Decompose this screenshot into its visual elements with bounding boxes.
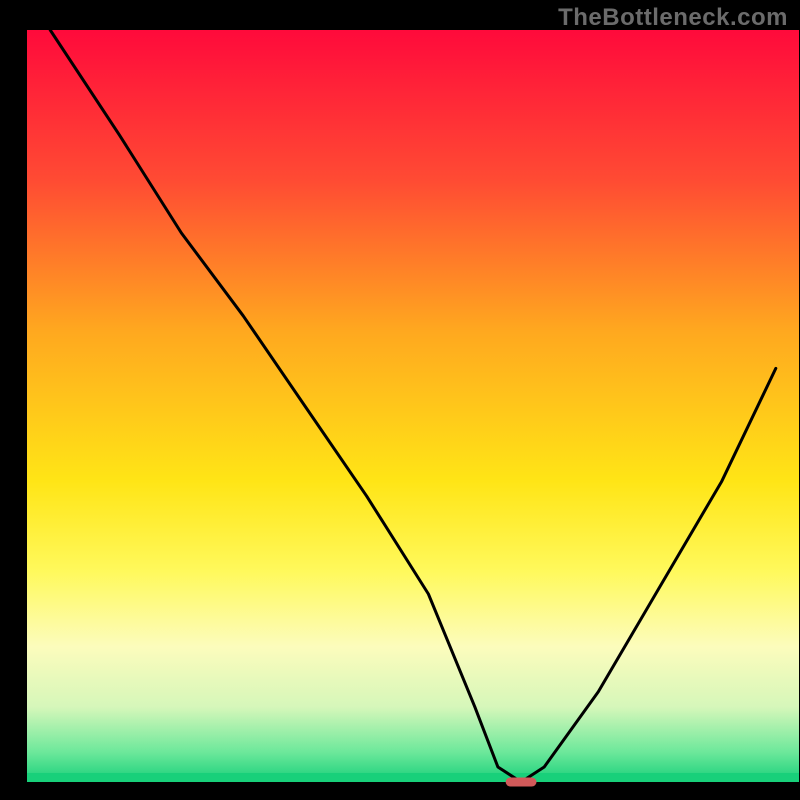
bottleneck-chart <box>0 0 800 800</box>
baseline-band <box>27 773 799 782</box>
chart-container: TheBottleneck.com <box>0 0 800 800</box>
watermark-text: TheBottleneck.com <box>558 4 788 32</box>
plot-background <box>27 30 799 782</box>
optimum-marker <box>506 777 537 786</box>
